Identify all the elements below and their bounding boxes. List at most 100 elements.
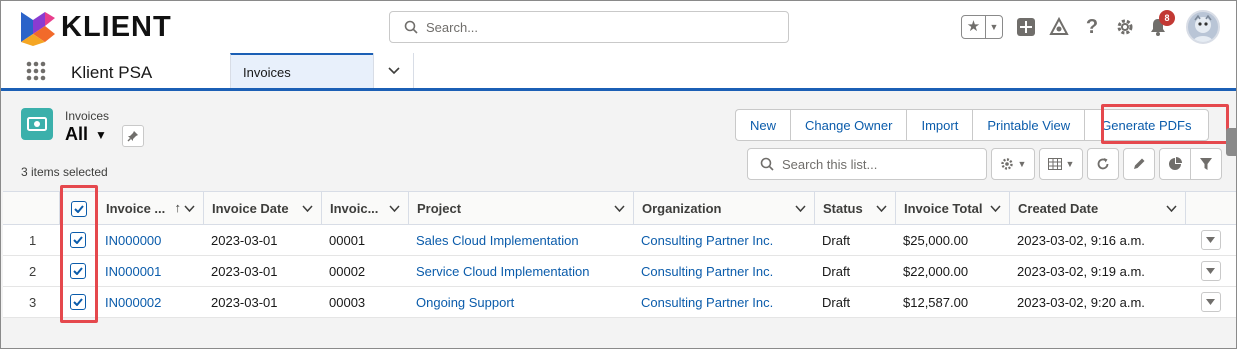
column-header-organization-label: Organization [642, 201, 722, 216]
trailhead-icon[interactable] [1049, 17, 1069, 37]
chevron-down-icon[interactable] [614, 203, 625, 214]
invoice-total-cell: $12,587.00 [903, 294, 969, 310]
main-content: Invoices All ▼ 3 items selected New Chan… [1, 91, 1236, 348]
invoice-total-cell: $25,000.00 [903, 232, 969, 248]
invoice-date-cell: 2023-03-01 [211, 263, 278, 279]
checkmark-icon [73, 204, 84, 213]
row-number: 3 [29, 294, 37, 310]
invoice-link[interactable]: IN000002 [97, 287, 203, 317]
chevron-down-icon[interactable] [876, 203, 887, 214]
printable-view-button[interactable]: Printable View [972, 109, 1085, 141]
invoice-link[interactable]: IN000000 [97, 225, 203, 255]
column-header-project[interactable]: Project [408, 192, 633, 225]
import-button[interactable]: Import [906, 109, 973, 141]
notifications-bell-icon[interactable]: 8 [1148, 10, 1175, 37]
invoice-link[interactable]: IN000001 [97, 256, 203, 286]
organization-link[interactable]: Consulting Partner Inc. [633, 256, 814, 286]
list-settings-button[interactable]: ▼ [991, 148, 1035, 180]
row-number: 2 [29, 263, 37, 279]
project-link[interactable]: Ongoing Support [408, 287, 633, 317]
column-header-invoice-total[interactable]: Invoice Total [895, 192, 1009, 225]
column-header-project-label: Project [417, 201, 462, 216]
invoice-number-cell: 00001 [329, 232, 366, 248]
edit-list-button[interactable] [1123, 148, 1155, 180]
row-checkbox[interactable] [70, 232, 86, 248]
status-cell: Draft [822, 263, 851, 279]
organization-link[interactable]: Consulting Partner Inc. [633, 225, 814, 255]
chevron-down-icon [387, 66, 400, 74]
header-row-number [3, 192, 59, 225]
klient-logo[interactable]: KLIENT [19, 8, 199, 46]
utility-panel-toggle[interactable] [1226, 128, 1236, 156]
invoice-number-cell: 00003 [329, 294, 366, 310]
change-owner-button[interactable]: Change Owner [790, 109, 907, 141]
app-launcher-icon[interactable] [25, 60, 47, 82]
pin-list-view-button[interactable] [122, 125, 144, 147]
generate-pdfs-button[interactable]: Generate PDFs [1084, 109, 1209, 141]
chevron-down-icon[interactable] [389, 203, 400, 214]
column-header-invoice-label: Invoice ... [106, 201, 166, 216]
column-header-invoice-date-label: Invoice Date [212, 201, 289, 216]
column-header-status-label: Status [823, 201, 863, 216]
add-icon[interactable] [1016, 17, 1036, 37]
row-checkbox[interactable] [70, 263, 86, 279]
pencil-icon [1134, 158, 1145, 169]
column-header-invoice-date[interactable]: Invoice Date [203, 192, 321, 225]
list-view-name: All [65, 124, 89, 144]
row-actions-button[interactable] [1200, 230, 1221, 250]
organization-link[interactable]: Consulting Partner Inc. [633, 287, 814, 317]
chevron-down-icon[interactable] [302, 203, 313, 214]
chevron-down-icon[interactable] [1166, 203, 1177, 214]
tab-more-menu[interactable] [373, 53, 414, 88]
filter-button[interactable] [1190, 148, 1222, 180]
chevron-down-icon[interactable] [990, 203, 1001, 214]
list-search-input[interactable]: Search this list... [747, 148, 987, 180]
invoice-date-cell: 2023-03-01 [211, 294, 278, 310]
column-header-invoice[interactable]: Invoice ... ↑ [97, 192, 203, 225]
refresh-button[interactable] [1087, 148, 1119, 180]
chevron-down-icon: ▼ [1017, 159, 1027, 169]
app-nav-bar: Klient PSA Invoices [1, 53, 1236, 91]
column-header-organization[interactable]: Organization [633, 192, 814, 225]
invoice-object-icon [21, 108, 53, 140]
charts-button[interactable] [1159, 148, 1191, 180]
pin-icon [127, 131, 138, 142]
tab-invoices[interactable]: Invoices [230, 53, 373, 88]
chevron-down-icon[interactable] [184, 203, 195, 214]
project-link[interactable]: Sales Cloud Implementation [408, 225, 633, 255]
chevron-down-icon[interactable] [795, 203, 806, 214]
row-actions-button[interactable] [1200, 292, 1221, 312]
column-header-invoice-total-label: Invoice Total [904, 201, 983, 216]
select-all-checkbox[interactable] [70, 200, 87, 217]
project-link[interactable]: Service Cloud Implementation [408, 256, 633, 286]
chevron-down-icon[interactable]: ▼ [986, 22, 1002, 32]
checkmark-icon [73, 298, 83, 306]
row-select-cell [59, 225, 97, 255]
list-view-selector[interactable]: All ▼ [65, 124, 107, 145]
help-icon[interactable]: ? [1082, 16, 1102, 38]
column-header-invoice-number-label: Invoic... [330, 201, 379, 216]
created-date-cell: 2023-03-02, 9:20 a.m. [1017, 294, 1145, 310]
column-header-status[interactable]: Status [814, 192, 895, 225]
table-row: 3 IN000002 2023-03-01 00003 Ongoing Supp… [3, 287, 1236, 318]
row-actions-button[interactable] [1200, 261, 1221, 281]
favorites-button[interactable]: ★ ▼ [961, 15, 1003, 39]
user-avatar[interactable] [1186, 10, 1220, 44]
klient-logo-icon [21, 12, 55, 46]
row-checkbox[interactable] [70, 294, 86, 310]
new-button[interactable]: New [735, 109, 791, 141]
object-label: Invoices [65, 109, 110, 123]
column-header-invoice-number[interactable]: Invoic... [321, 192, 408, 225]
list-search-placeholder: Search this list... [782, 156, 878, 172]
row-number: 1 [29, 232, 37, 248]
global-search-input[interactable]: Search... [389, 11, 789, 43]
table-row: 2 IN000001 2023-03-01 00002 Service Clou… [3, 256, 1236, 287]
column-header-created-date[interactable]: Created Date [1009, 192, 1185, 225]
caret-down-icon [1206, 268, 1215, 274]
gear-icon [1000, 158, 1013, 170]
table-row: 1 IN000000 2023-03-01 00001 Sales Cloud … [3, 225, 1236, 256]
gear-icon[interactable] [1115, 17, 1135, 37]
status-cell: Draft [822, 294, 851, 310]
row-actions-cell [1185, 225, 1236, 255]
display-as-button[interactable]: ▼ [1039, 148, 1083, 180]
